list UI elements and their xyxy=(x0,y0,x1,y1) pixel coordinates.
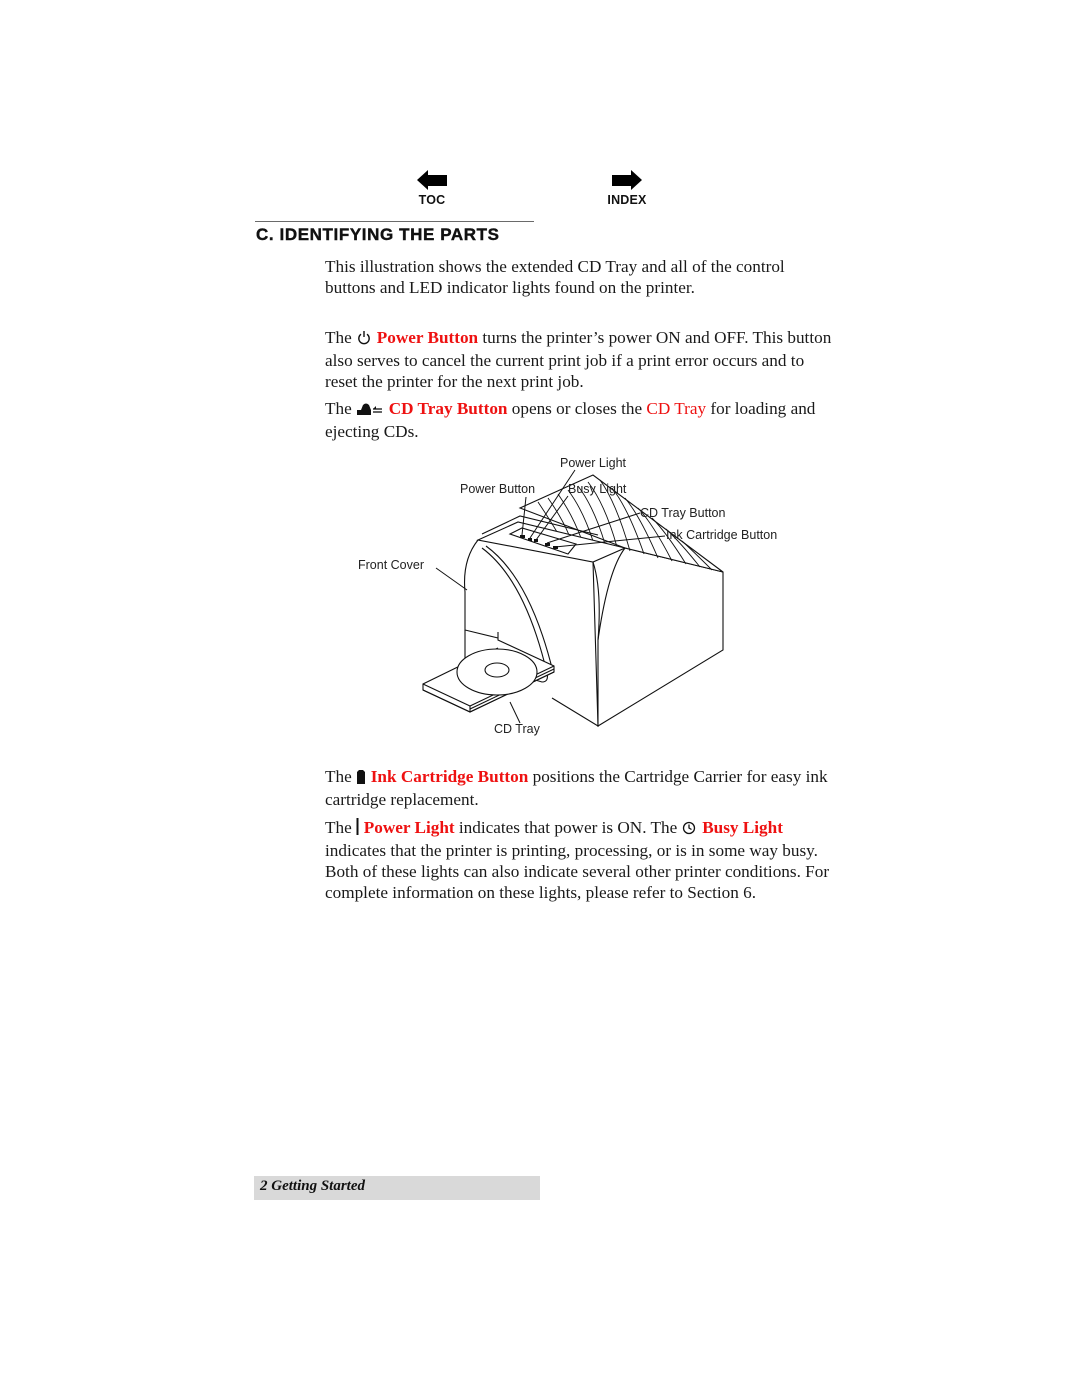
power-icon xyxy=(357,329,371,350)
arrow-right-icon xyxy=(612,170,642,190)
callout-ink-cartridge-button: Ink Cartridge Button xyxy=(666,528,778,542)
power-light-icon xyxy=(356,818,359,840)
footer-page-label: 2 Getting Started xyxy=(260,1178,366,1194)
index-label: INDEX xyxy=(607,193,647,207)
cd-tray-button-term[interactable]: CD Tray Button xyxy=(389,399,508,418)
ink-cartridge-button-term[interactable]: Ink Cartridge Button xyxy=(371,767,529,786)
power-light-description: indicates that power is ON. The xyxy=(454,818,678,837)
power-button-paragraph: The Power Button turns the printer’s powe… xyxy=(325,327,835,392)
callout-front-cover: Front Cover xyxy=(358,558,424,572)
prefix: The xyxy=(325,328,352,347)
ink-cartridge-icon xyxy=(356,768,365,789)
prefix: The xyxy=(325,818,352,837)
busy-light-icon xyxy=(682,819,696,840)
section-heading: C. IDENTIFYING THE PARTS xyxy=(256,225,500,244)
busy-light-description: indicates that the printer is printing, … xyxy=(325,841,830,902)
callout-power-light: Power Light xyxy=(560,456,627,470)
cd-tray-text: opens or closes the xyxy=(507,399,647,418)
callout-cd-tray: CD Tray xyxy=(494,722,540,736)
lights-paragraph: The Power Light indicates that power is O… xyxy=(325,817,835,903)
power-light-term[interactable]: Power Light xyxy=(364,818,455,837)
prefix: The xyxy=(325,767,352,786)
printer-illustration: Power Light Power Button Busy Light CD T… xyxy=(350,450,810,750)
cd-tray-eject-icon xyxy=(356,400,383,421)
power-button-term[interactable]: Power Button xyxy=(377,328,478,347)
index-link[interactable]: INDEX xyxy=(597,170,657,207)
intro-paragraph: This illustration shows the extended CD … xyxy=(325,257,785,297)
callout-power-button: Power Button xyxy=(460,482,536,496)
cd-tray-button-paragraph: The CD Tray Button opens or closes the CD… xyxy=(325,398,835,442)
callout-busy-light: Busy Light xyxy=(568,482,627,496)
toc-label: TOC xyxy=(418,193,446,207)
busy-light-term[interactable]: Busy Light xyxy=(702,818,783,837)
ink-cartridge-paragraph: The Ink Cartridge Button positions the Ca… xyxy=(325,766,835,810)
callout-cd-tray-button: CD Tray Button xyxy=(640,506,726,520)
toc-link[interactable]: TOC xyxy=(404,170,460,207)
heading-rule xyxy=(255,221,534,222)
prefix: The xyxy=(325,399,352,418)
cd-tray-link[interactable]: CD Tray xyxy=(646,399,706,418)
arrow-left-icon xyxy=(417,170,447,190)
page-footer: 2 Getting Started xyxy=(254,1176,540,1200)
